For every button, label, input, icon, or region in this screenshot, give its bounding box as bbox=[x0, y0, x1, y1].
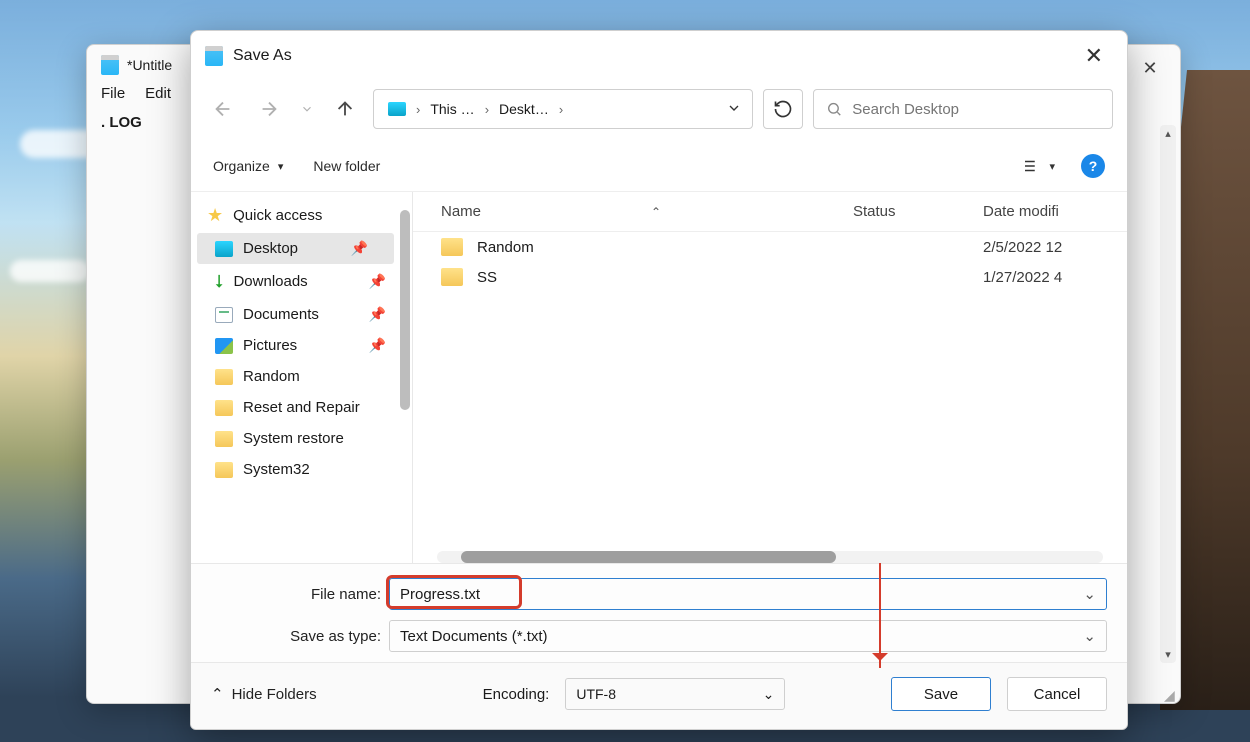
column-status[interactable]: Status bbox=[853, 203, 983, 220]
menu-edit[interactable]: Edit bbox=[145, 85, 171, 102]
breadcrumb-thispc[interactable]: This … bbox=[426, 99, 478, 119]
encoding-dropdown[interactable]: UTF-8 ⌄ bbox=[565, 678, 785, 710]
sidebar-item-downloads[interactable]: ⭣ Downloads 📌 bbox=[197, 264, 412, 299]
save-as-dialog: Save As ✕ › This … › Deskt… › bbox=[190, 30, 1128, 730]
chevron-right-icon[interactable]: › bbox=[485, 102, 489, 117]
sidebar-quick-access[interactable]: ★ Quick access bbox=[197, 198, 412, 233]
chevron-down-icon[interactable]: ⌄ bbox=[1083, 585, 1096, 603]
sidebar-item-label: Pictures bbox=[243, 337, 297, 354]
savetype-dropdown[interactable]: Text Documents (*.txt) ⌄ bbox=[389, 620, 1107, 652]
pin-icon: 📌 bbox=[369, 306, 386, 323]
folder-icon bbox=[215, 400, 233, 416]
chevron-right-icon[interactable]: › bbox=[559, 102, 563, 117]
nav-back-button[interactable] bbox=[205, 91, 241, 127]
refresh-button[interactable] bbox=[763, 89, 803, 129]
chevron-right-icon[interactable]: › bbox=[416, 102, 420, 117]
column-name[interactable]: Name bbox=[441, 203, 481, 220]
annotation-arrow bbox=[879, 563, 881, 668]
download-icon: ⭣ bbox=[215, 271, 223, 292]
folder-icon bbox=[215, 462, 233, 478]
nav-recent-dropdown[interactable] bbox=[297, 91, 317, 127]
chevron-down-icon[interactable]: ⌄ bbox=[1083, 627, 1096, 645]
file-row[interactable]: Random 2/5/2022 12 bbox=[413, 232, 1127, 262]
navigation-sidebar: ★ Quick access Desktop📌⭣Downloads📌Docume… bbox=[191, 192, 413, 563]
address-breadcrumb[interactable]: › This … › Deskt… › bbox=[373, 89, 753, 129]
file-date: 2/5/2022 12 bbox=[983, 239, 1127, 256]
this-pc-icon bbox=[388, 102, 406, 116]
search-icon bbox=[826, 100, 842, 118]
folder-icon bbox=[215, 369, 233, 385]
doc-icon bbox=[215, 307, 233, 323]
cancel-button[interactable]: Cancel bbox=[1007, 677, 1107, 711]
sidebar-item-label: System restore bbox=[243, 430, 344, 447]
list-icon bbox=[1019, 157, 1037, 175]
folder-icon bbox=[441, 268, 463, 286]
desktop-icon bbox=[215, 241, 233, 257]
savetype-value: Text Documents (*.txt) bbox=[400, 628, 548, 645]
hide-folders-button[interactable]: ⌃ Hide Folders bbox=[211, 685, 317, 703]
file-date: 1/27/2022 4 bbox=[983, 269, 1127, 286]
sidebar-item-system32[interactable]: System32 bbox=[197, 454, 412, 485]
close-button[interactable]: ✕ bbox=[1075, 41, 1113, 71]
pin-icon: 📌 bbox=[369, 273, 386, 290]
save-button[interactable]: Save bbox=[891, 677, 991, 711]
sidebar-item-reset-and-repair[interactable]: Reset and Repair bbox=[197, 392, 412, 423]
sidebar-item-label: Random bbox=[243, 368, 300, 385]
sidebar-item-desktop[interactable]: Desktop 📌 bbox=[197, 233, 394, 264]
view-options-button[interactable]: ▾ bbox=[1013, 153, 1061, 179]
chevron-down-icon[interactable]: ⌄ bbox=[763, 686, 775, 703]
sort-indicator-icon: ⌃ bbox=[651, 205, 661, 219]
file-row[interactable]: SS 1/27/2022 4 bbox=[413, 262, 1127, 292]
breadcrumb-history-dropdown[interactable] bbox=[726, 100, 742, 119]
search-input[interactable] bbox=[852, 101, 1100, 118]
dialog-titlebar[interactable]: Save As ✕ bbox=[191, 31, 1127, 81]
star-icon: ★ bbox=[207, 205, 223, 226]
encoding-value: UTF-8 bbox=[576, 686, 616, 702]
breadcrumb-desktop[interactable]: Deskt… bbox=[495, 99, 553, 119]
encoding-label: Encoding: bbox=[483, 686, 550, 703]
pin-icon: 📌 bbox=[351, 240, 368, 257]
sidebar-item-random[interactable]: Random bbox=[197, 361, 412, 392]
file-list-header[interactable]: Name ⌃ Status Date modifi bbox=[413, 192, 1127, 232]
notepad-icon bbox=[101, 55, 119, 75]
annotation-highlight bbox=[386, 575, 522, 609]
chevron-up-icon: ⌃ bbox=[211, 685, 224, 703]
nav-forward-button[interactable] bbox=[251, 91, 287, 127]
notepad-close-button[interactable]: ✕ bbox=[1130, 53, 1170, 83]
savetype-label: Save as type: bbox=[211, 628, 381, 645]
new-folder-button[interactable]: New folder bbox=[313, 158, 380, 174]
pin-icon: 📌 bbox=[369, 337, 386, 354]
folder-icon bbox=[441, 238, 463, 256]
notepad-resize-grip[interactable]: ◢ bbox=[1164, 687, 1178, 701]
sidebar-item-label: Downloads bbox=[233, 273, 307, 290]
notepad-vertical-scrollbar[interactable]: ▴ ▾ bbox=[1160, 125, 1176, 663]
sidebar-item-system-restore[interactable]: System restore bbox=[197, 423, 412, 454]
file-list-horizontal-scrollbar[interactable] bbox=[437, 551, 1103, 563]
sidebar-scrollbar[interactable] bbox=[400, 210, 410, 410]
sidebar-item-label: Reset and Repair bbox=[243, 399, 360, 416]
sidebar-item-label: System32 bbox=[243, 461, 310, 478]
filename-label: File name: bbox=[211, 586, 381, 603]
organize-menu[interactable]: Organize ▾ bbox=[213, 158, 283, 174]
file-name: Random bbox=[477, 239, 534, 256]
notepad-icon bbox=[205, 46, 223, 66]
sidebar-item-label: Desktop bbox=[243, 240, 298, 257]
pic-icon bbox=[215, 338, 233, 354]
help-button[interactable]: ? bbox=[1081, 154, 1105, 178]
sidebar-item-documents[interactable]: Documents 📌 bbox=[197, 299, 412, 330]
filename-input[interactable]: Progress.txt ⌄ bbox=[389, 578, 1107, 610]
folder-icon bbox=[215, 431, 233, 447]
file-name: SS bbox=[477, 269, 497, 286]
menu-file[interactable]: File bbox=[101, 85, 125, 102]
search-box[interactable] bbox=[813, 89, 1113, 129]
nav-up-button[interactable] bbox=[327, 91, 363, 127]
caret-down-icon: ▾ bbox=[278, 160, 284, 173]
notepad-title: *Untitle bbox=[127, 57, 172, 73]
sidebar-item-pictures[interactable]: Pictures 📌 bbox=[197, 330, 412, 361]
column-date[interactable]: Date modifi bbox=[983, 203, 1127, 220]
sidebar-item-label: Documents bbox=[243, 306, 319, 323]
dialog-title: Save As bbox=[233, 47, 292, 65]
